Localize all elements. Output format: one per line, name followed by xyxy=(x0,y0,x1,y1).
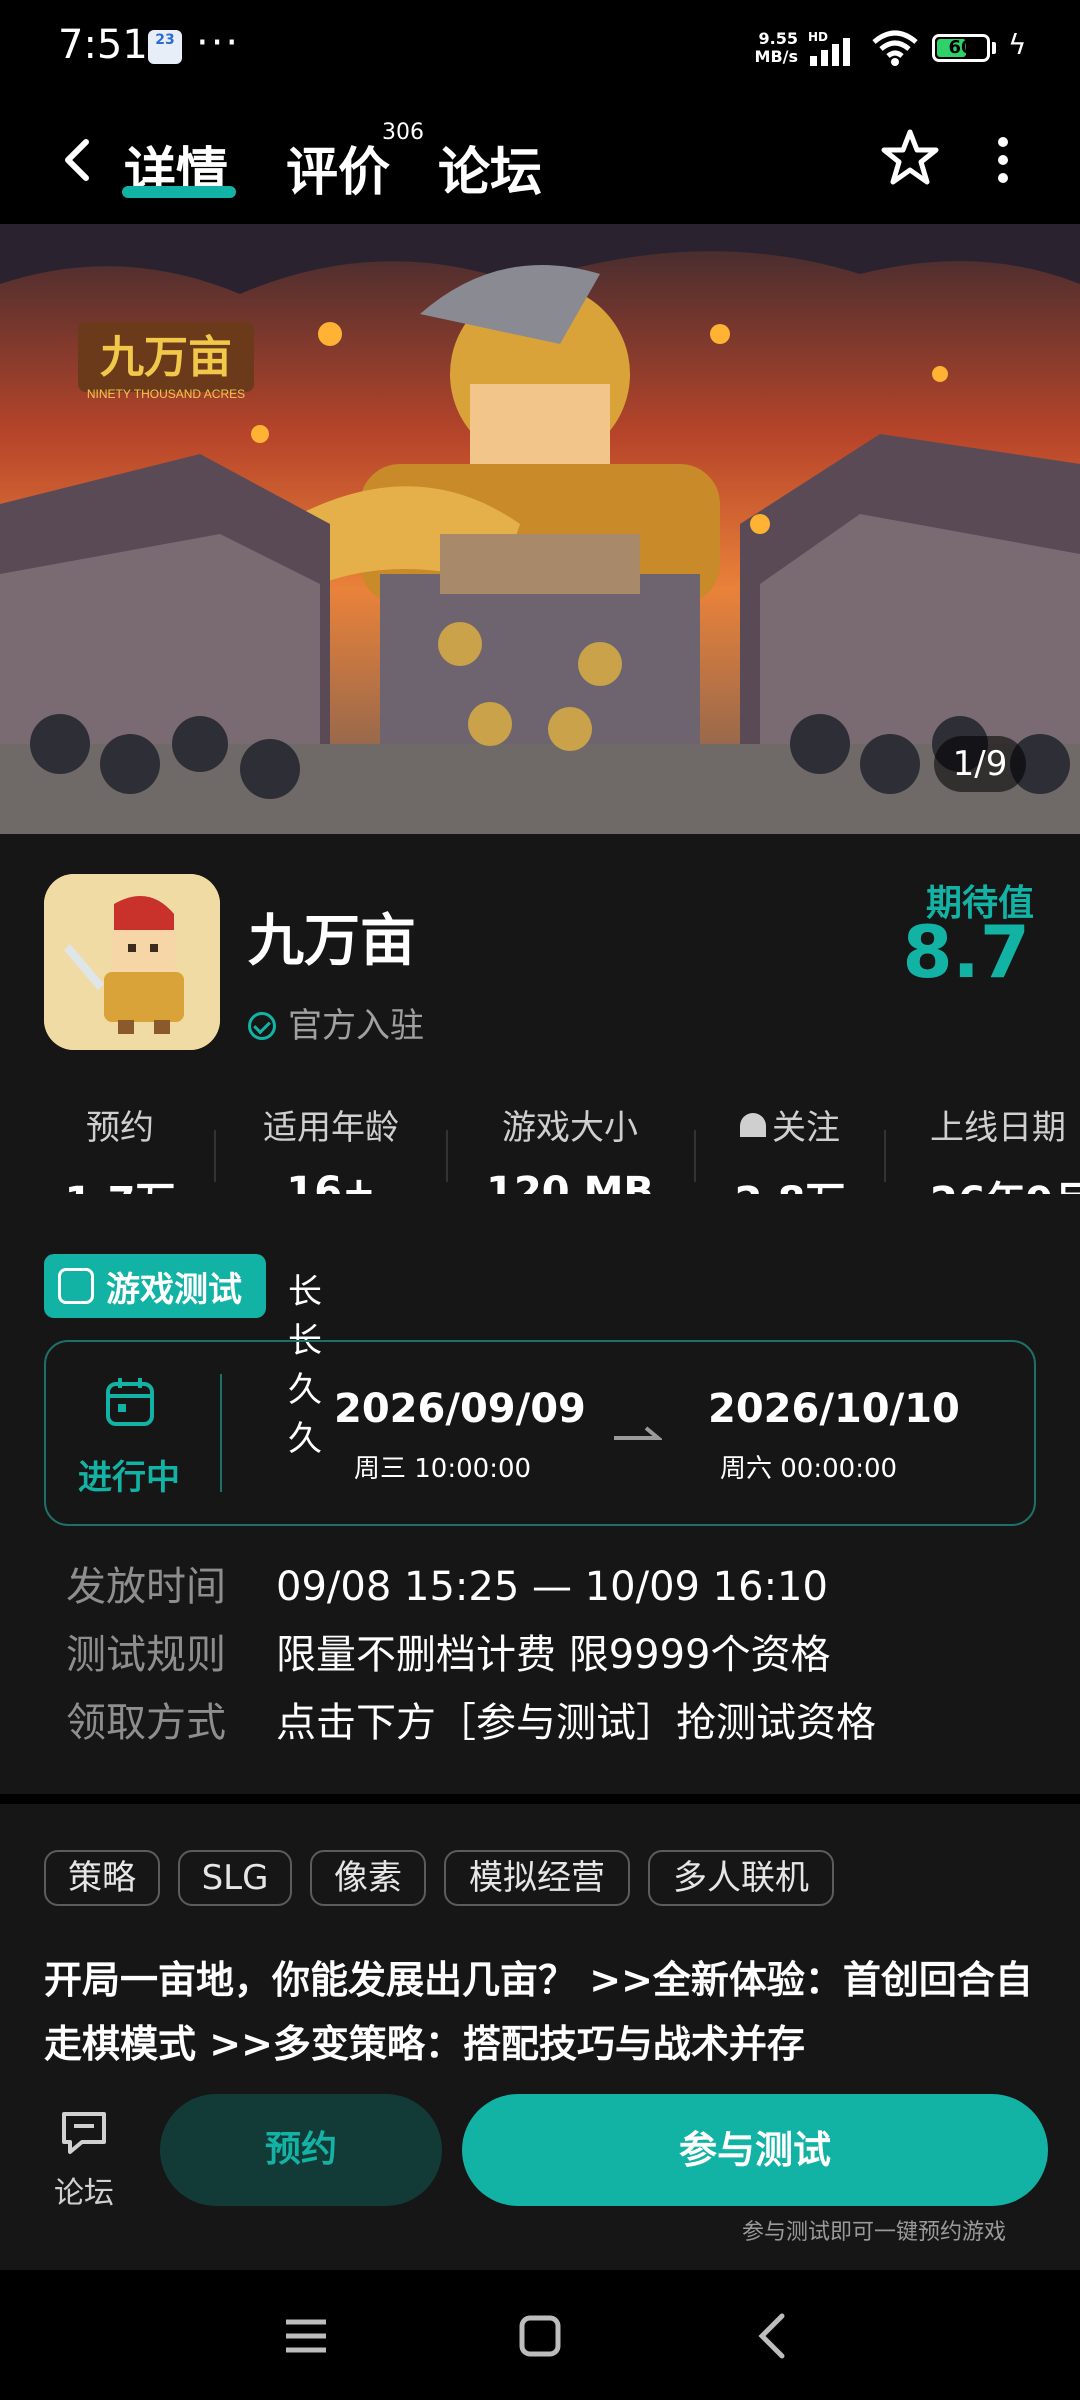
tag-pixel[interactable]: 像素 xyxy=(310,1850,426,1906)
start-date: 2026/09/09 xyxy=(334,1386,586,1432)
test-icon xyxy=(58,1268,94,1304)
battery-level: 60 xyxy=(948,37,974,58)
wifi-icon xyxy=(872,30,918,66)
stat-follow: 关注 2.8万 xyxy=(722,1100,858,1194)
description-panel: 策略 SLG 像素 模拟经营 多人联机 开局一亩地，你能发展出几亩？ >>全新体… xyxy=(0,1804,1080,2094)
start-time: 周三 10:00:00 xyxy=(354,1454,532,1484)
info-release-time: 发放时间 09/08 15:25 — 10/09 16:10 xyxy=(66,1564,828,1610)
battery-cap xyxy=(992,42,996,54)
expect-score: 8.7 xyxy=(902,910,1030,994)
tag-slg[interactable]: SLG xyxy=(178,1850,292,1906)
svg-text:NINETY THOUSAND ACRES: NINETY THOUSAND ACRES xyxy=(87,387,245,401)
forum-button[interactable]: 论坛 xyxy=(44,2104,124,2214)
calendar-icon xyxy=(106,1378,154,1426)
screenshot-carousel[interactable]: 九万亩 NINETY THOUSAND ACRES 1/9 xyxy=(0,224,1080,834)
test-schedule-card: 进行中 2026/09/09 周三 10:00:00 2026/10/10 周六… xyxy=(44,1340,1036,1526)
stat-age: 适用年龄 16+ xyxy=(263,1108,399,1194)
arrow-right-icon xyxy=(614,1426,662,1440)
review-count-badge: 306 xyxy=(382,120,424,145)
tag-simulation[interactable]: 模拟经营 xyxy=(444,1850,630,1906)
signal-icon xyxy=(810,38,850,66)
game-info-panel: 九万亩 官方入驻 期待值 8.7 预约 1.7万 适用年龄 16+ 游戏大小 1… xyxy=(0,834,1080,1794)
tag-strategy[interactable]: 策略 xyxy=(44,1850,160,1906)
system-nav-bar xyxy=(0,2270,1080,2400)
official-badge: 官方入驻 xyxy=(248,998,424,1047)
tab-forum[interactable]: 论坛 xyxy=(438,130,542,205)
stat-divider xyxy=(214,1130,216,1182)
verified-icon xyxy=(248,1012,276,1040)
game-description[interactable]: 开局一亩地，你能发展出几亩？ >>全新体验：首创回合自走棋模式 >>多变策略：搭… xyxy=(44,1948,1044,2076)
stats-row: 预约 1.7万 适用年龄 16+ 游戏大小 120 MB 关注 2.8万 上线日… xyxy=(0,1100,1080,1194)
status-time: 7:51 xyxy=(58,22,148,68)
star-icon[interactable] xyxy=(878,126,942,190)
stat-release-date: 上线日期 26年9月 xyxy=(930,1108,1080,1194)
stat-divider xyxy=(446,1130,448,1182)
back-nav-icon[interactable] xyxy=(746,2310,802,2362)
stat-divider xyxy=(694,1130,696,1182)
forum-icon xyxy=(62,2112,106,2154)
banner-image: 九万亩 NINETY THOUSAND ACRES xyxy=(0,224,1080,834)
app-icon xyxy=(44,874,220,1050)
more-vertical-icon[interactable] xyxy=(988,130,1018,190)
carousel-counter: 1/9 xyxy=(934,736,1026,792)
game-test-chip[interactable]: 游戏测试 xyxy=(44,1254,266,1318)
battery-icon: 60 xyxy=(932,34,990,62)
status-bar: 7:51 23 ··· 9.55 MB/s HD 60 ϟ xyxy=(0,0,1080,100)
action-bar: 论坛 预约 参与测试 参与测试即可一键预约游戏 xyxy=(0,2074,1080,2270)
calendar-icon: 23 xyxy=(148,30,182,64)
test-status: 进行中 xyxy=(78,1458,180,1498)
tab-review[interactable]: 评价 xyxy=(286,130,390,205)
game-title: 九万亩 xyxy=(248,909,416,974)
home-icon[interactable] xyxy=(512,2310,568,2362)
stat-divider xyxy=(884,1130,886,1182)
join-test-button[interactable]: 参与测试 xyxy=(462,2094,1048,2206)
recents-icon[interactable] xyxy=(278,2310,334,2362)
official-label: 官方入驻 xyxy=(288,1006,424,1046)
net-speed: 9.55 MB/s xyxy=(754,29,798,66)
top-nav: 详情 评价 306 论坛 xyxy=(0,100,1080,224)
charging-icon: ϟ xyxy=(1008,28,1027,61)
stat-size: 游戏大小 120 MB xyxy=(486,1108,654,1194)
reserve-button[interactable]: 预约 xyxy=(160,2094,442,2206)
heart-icon xyxy=(740,1113,766,1137)
info-claim-method: 领取方式 点击下方［参与测试］抢测试资格 xyxy=(66,1700,876,1746)
end-date: 2026/10/10 xyxy=(708,1386,960,1432)
schedule-divider xyxy=(220,1374,222,1492)
end-time: 周六 00:00:00 xyxy=(720,1454,898,1484)
tag-multiplayer[interactable]: 多人联机 xyxy=(648,1850,834,1906)
stat-reservations: 预约 1.7万 xyxy=(65,1108,176,1194)
join-test-hint: 参与测试即可一键预约游戏 xyxy=(741,2220,1006,2245)
notification-more-icon: ··· xyxy=(196,20,241,66)
active-tab-indicator xyxy=(122,186,236,198)
svg-text:九万亩: 九万亩 xyxy=(100,333,232,382)
back-icon[interactable] xyxy=(50,130,110,190)
info-test-rules: 测试规则 限量不删档计费 限9999个资格 xyxy=(66,1632,831,1678)
